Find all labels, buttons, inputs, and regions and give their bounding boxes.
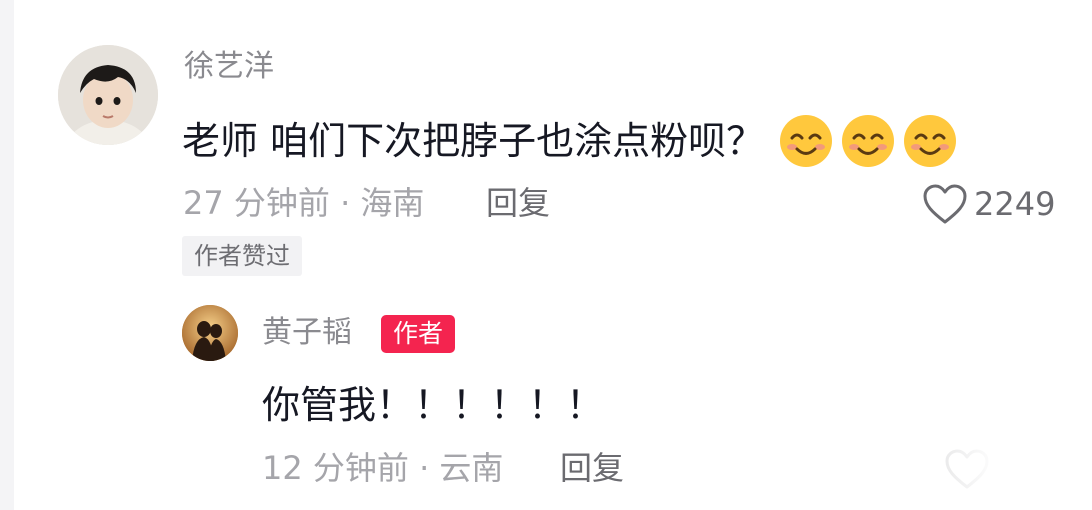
child-portrait-icon [58, 45, 158, 145]
like-count: 2249 [974, 185, 1056, 223]
author-liked-tag: 作者赞过 [182, 236, 302, 276]
reply-button[interactable]: 回复 [486, 187, 550, 219]
smiling-face-icon [842, 115, 895, 167]
reply-meta: 12 分钟前 · 云南 [262, 449, 504, 487]
comment-body: 老师 咱们下次把脖子也涂点粉呗？ [182, 119, 765, 163]
reply-text: 你管我！！！！！！ [262, 383, 605, 427]
left-edge-strip [0, 0, 14, 510]
smiling-face-icon [904, 115, 957, 167]
comment-meta: 27 分钟前 · 海南 [183, 184, 425, 222]
heart-icon [923, 184, 967, 224]
comment-text: 老师 咱们下次把脖子也涂点粉呗？ [182, 113, 964, 169]
reply-button[interactable]: 回复 [560, 452, 624, 484]
commenter-username[interactable]: 徐艺洋 [184, 52, 274, 82]
emoji-group [778, 113, 964, 169]
smiling-face-icon [780, 115, 833, 167]
like-button[interactable]: 2249 [922, 183, 1055, 225]
comment-thread: 徐艺洋 老师 咱们下次把脖子也涂点粉呗？ 27 分钟前 · 海南 回复 2249… [0, 0, 1092, 510]
watermark-overlay [860, 440, 1092, 510]
silhouette-couple-icon [182, 305, 238, 361]
reply-username[interactable]: 黄子韬 [262, 318, 352, 348]
avatar[interactable] [182, 305, 238, 361]
author-badge: 作者 [381, 315, 456, 353]
avatar[interactable] [58, 45, 158, 145]
